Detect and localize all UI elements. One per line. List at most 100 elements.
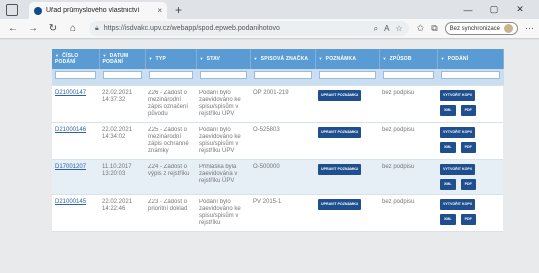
column-filter-input[interactable] <box>102 71 142 79</box>
column-filter-input[interactable] <box>148 71 193 79</box>
note-cell: UPRAVIT POZNÁMKU <box>315 85 379 123</box>
site-favicon-icon <box>34 6 42 15</box>
submission-actions-cell: VYTVOŘIT KOPII XML PDF <box>437 122 503 160</box>
sort-arrow-icon[interactable]: ▼ <box>254 56 258 61</box>
zoom-icon[interactable]: ⌕ <box>374 24 378 34</box>
status-cell: Podání bylo zaevidováno ke spisu/spisům … <box>196 194 250 232</box>
submission-id-link[interactable]: D17001207 <box>55 164 86 170</box>
column-filter-input[interactable] <box>55 71 96 79</box>
submission-id-cell: D21000146 <box>52 122 99 160</box>
date-text: 22.02.2021 <box>102 198 133 205</box>
pdf-button[interactable]: PDF <box>460 104 476 116</box>
time-text: 14:34:02 <box>102 133 126 140</box>
time-text: 14:37:32 <box>102 96 126 103</box>
method-text: bez podpisu <box>382 163 415 170</box>
pdf-button[interactable]: PDF <box>460 141 476 153</box>
home-icon[interactable]: ⌂ <box>65 21 81 37</box>
tab-close-button[interactable]: × <box>157 6 162 15</box>
date-text: 22.02.2021 <box>102 89 133 96</box>
reload-icon[interactable]: ↻ <box>45 21 61 37</box>
xml-button[interactable]: XML <box>440 213 456 225</box>
type-cell: Z23 - Žádost o prioritní doklad <box>145 194 196 232</box>
type-cell: Z26 - Žádost o mezinárodní zápis označen… <box>145 85 196 123</box>
window-controls: — ▢ ✕ <box>455 0 539 19</box>
column-header[interactable]: ▼ SPISOVÁ ZNAČKA <box>250 49 316 69</box>
tab-actions-icon[interactable] <box>6 4 18 16</box>
favorites-icon[interactable]: ☆ <box>395 24 402 33</box>
sort-arrow-icon[interactable]: ▼ <box>149 56 153 61</box>
sort-arrow-icon[interactable]: ▼ <box>441 56 445 61</box>
xml-button[interactable]: XML <box>440 104 456 116</box>
create-copy-button[interactable]: VYTVOŘIT KOPII <box>440 198 475 210</box>
file-number-text: O-500000 <box>253 163 280 170</box>
sort-arrow-icon[interactable]: ▼ <box>319 56 323 61</box>
new-tab-button[interactable]: + <box>175 3 182 17</box>
collections-icon[interactable]: ⧉ <box>431 23 437 34</box>
column-header[interactable]: ▼ DATUM PODÁNÍ <box>99 49 146 69</box>
column-filter-input[interactable] <box>440 71 500 79</box>
tab-title: Úřad průmyslového vlastnictví <box>46 7 140 14</box>
more-icon[interactable]: ⋯ <box>525 23 534 34</box>
submission-id-link[interactable]: D21000147 <box>55 90 86 96</box>
create-copy-button[interactable]: VYTVOŘIT KOPII <box>440 126 475 138</box>
submission-id-link[interactable]: D21000146 <box>55 127 86 133</box>
file-number-text: OP 2001-219 <box>253 89 289 96</box>
edit-note-button[interactable]: UPRAVIT POZNÁMKU <box>318 89 362 101</box>
column-header[interactable]: ▼ TYP <box>145 49 197 69</box>
create-copy-button[interactable]: VYTVOŘIT KOPII <box>440 89 475 101</box>
submission-id-cell: D21000147 <box>52 85 99 123</box>
sort-arrow-icon[interactable]: ▼ <box>103 53 107 58</box>
sort-arrow-icon[interactable]: ▼ <box>55 53 59 58</box>
date-text: 11.10.2017 <box>102 163 132 170</box>
column-header[interactable]: ▼ ZPŮSOB <box>379 49 438 69</box>
column-header[interactable]: ▼ POZNÁMKA <box>315 49 380 69</box>
note-cell: UPRAVIT POZNÁMKU <box>315 159 379 195</box>
edit-note-button[interactable]: UPRAVIT POZNÁMKU <box>318 163 362 175</box>
sort-arrow-icon[interactable]: ▼ <box>200 56 204 61</box>
submissions-table-container: ▼ ČÍSLO PODÁNÍ ▼ DATUM PODÁNÍ ▼ TYP ▼ STAV ▼ SPIS… <box>52 49 504 232</box>
sync-button[interactable]: Bez synchronizace <box>444 22 518 35</box>
method-cell: bez podpisu <box>379 122 437 160</box>
address-bar[interactable]: 🔒︎ https://isdvakc.upv.cz/webapp/spod.ep… <box>89 21 409 36</box>
table-header-row: ▼ ČÍSLO PODÁNÍ ▼ DATUM PODÁNÍ ▼ TYP ▼ STAV ▼ SPIS… <box>52 49 504 69</box>
date-cell: 11.10.2017 13:20:03 <box>99 159 145 195</box>
column-header[interactable]: ▼ PODÁNÍ <box>437 49 504 69</box>
pdf-button[interactable]: PDF <box>460 178 476 190</box>
table-row: D21000145 22.02.2021 14:22:46 Z23 - Žádost … <box>52 194 503 232</box>
edit-note-button[interactable]: UPRAVIT POZNÁMKU <box>318 198 362 210</box>
file-number-cell: OP 2001-219 <box>250 85 315 123</box>
status-text: Podání bylo zaevidováno ke spisu/spisům … <box>199 126 241 154</box>
filter-cell <box>52 69 100 86</box>
filter-cell <box>196 69 251 86</box>
submission-id-link[interactable]: D21000145 <box>55 199 86 205</box>
browser-tab[interactable]: Úřad průmyslového vlastnictví × <box>29 2 167 19</box>
column-header-label: TYP <box>155 56 166 62</box>
favorites-bar-icon[interactable]: ✩ <box>417 23 425 34</box>
sort-arrow-icon[interactable]: ▼ <box>383 56 387 61</box>
column-filter-input[interactable] <box>253 71 312 79</box>
submission-actions-cell: VYTVOŘIT KOPII XML PDF <box>437 85 503 123</box>
close-window-button[interactable]: ✕ <box>507 4 533 15</box>
edit-note-button[interactable]: UPRAVIT POZNÁMKU <box>318 126 362 138</box>
forward-icon[interactable]: → <box>25 21 41 37</box>
create-copy-button[interactable]: VYTVOŘIT KOPII <box>440 163 475 175</box>
xml-button[interactable]: XML <box>440 178 456 190</box>
column-header[interactable]: ▼ STAV <box>196 49 251 69</box>
avatar <box>504 24 513 33</box>
type-cell: Z25 - Žádost o mezinárodní zápis ochrann… <box>145 122 196 160</box>
column-header[interactable]: ▼ ČÍSLO PODÁNÍ <box>52 49 100 69</box>
url-text: https://isdvakc.upv.cz/webapp/spod.epweb… <box>103 25 280 32</box>
back-icon[interactable]: ← <box>5 21 21 37</box>
pdf-button[interactable]: PDF <box>460 213 476 225</box>
lock-icon[interactable]: 🔒︎ <box>95 25 99 33</box>
sync-label: Bez synchronizace <box>449 25 500 32</box>
maximize-button[interactable]: ▢ <box>481 4 507 15</box>
read-aloud-icon[interactable]: A <box>384 24 389 33</box>
column-filter-input[interactable] <box>382 71 434 79</box>
column-filter-input[interactable] <box>318 71 376 79</box>
date-cell: 22.02.2021 14:37:32 <box>99 85 145 123</box>
xml-button[interactable]: XML <box>440 141 456 153</box>
minimize-button[interactable]: — <box>455 5 481 15</box>
column-filter-input[interactable] <box>199 71 247 79</box>
submission-id-cell: D21000145 <box>52 194 99 232</box>
